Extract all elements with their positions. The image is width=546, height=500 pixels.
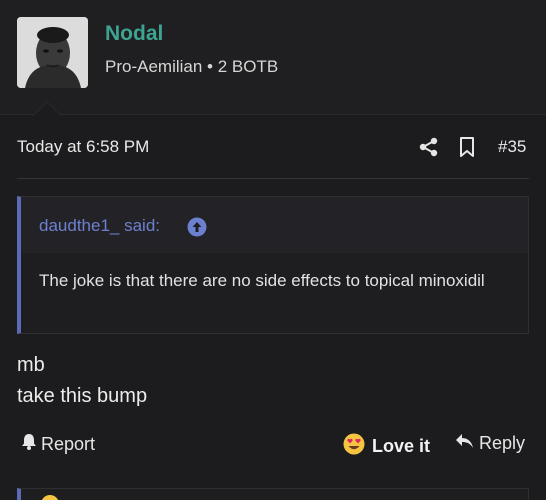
love-it-label: Love it <box>372 436 431 456</box>
quote-author[interactable]: daudthe1_ said: <box>39 216 160 236</box>
avatar[interactable] <box>17 17 88 88</box>
arrow-up-circle-icon[interactable] <box>187 217 207 237</box>
quote-header: daudthe1_ said: <box>21 197 528 253</box>
post-meta: Today at 6:58 PM #35 <box>0 128 546 168</box>
user-header: Nodal Pro-Aemilian • 2 BOTB <box>0 0 546 115</box>
reply-button[interactable]: Reply <box>455 433 525 454</box>
post-actions: Report Love it Reply <box>0 428 546 462</box>
divider <box>17 178 529 179</box>
reply-label: Reply <box>479 433 526 453</box>
share-icon[interactable] <box>418 136 440 158</box>
post-number[interactable]: #35 <box>498 137 526 157</box>
quote-text: The joke is that there are no side effec… <box>39 271 485 290</box>
emoji-icon <box>41 495 59 500</box>
username[interactable]: Nodal <box>105 22 163 46</box>
bookmark-icon[interactable] <box>457 136 477 158</box>
heart-eyes-emoji-icon <box>343 433 365 460</box>
bell-icon <box>21 433 37 455</box>
quote-block: daudthe1_ said: The joke is that there a… <box>17 196 529 334</box>
next-quote-block <box>17 488 529 500</box>
post-date[interactable]: Today at 6:58 PM <box>17 137 149 157</box>
post-line: take this bump <box>17 385 148 407</box>
love-it-button[interactable]: Love it <box>343 433 430 460</box>
reply-arrow-icon <box>455 433 474 454</box>
avatar-portrait <box>17 17 88 88</box>
user-title: Pro-Aemilian • 2 BOTB <box>105 57 279 76</box>
post-body: mb take this bump <box>17 350 147 412</box>
report-label: Report <box>41 433 96 454</box>
post-line: mb <box>17 354 45 376</box>
report-button[interactable]: Report <box>21 433 95 455</box>
